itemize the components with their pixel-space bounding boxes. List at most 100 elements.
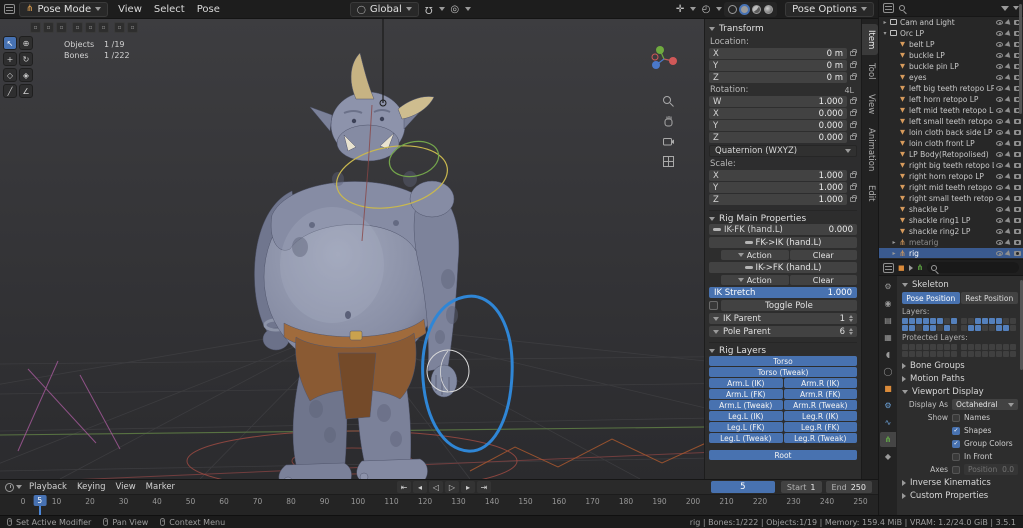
scale-field-y[interactable]: Y 1.000 xyxy=(709,182,847,193)
armature-layer-toggle[interactable] xyxy=(982,318,988,324)
hide-eye-icon[interactable] xyxy=(996,196,1003,201)
armature-layer-toggle[interactable] xyxy=(968,318,974,324)
selectable-icon[interactable] xyxy=(1004,95,1013,104)
protected-layer-toggle[interactable] xyxy=(968,351,974,357)
armature-layer-toggle[interactable] xyxy=(916,325,922,331)
armature-layer-toggle[interactable] xyxy=(916,318,922,324)
outliner-item-right-big-teeth-retopo-lp[interactable]: ▼ right big teeth retopo LP xyxy=(879,160,1023,171)
transform-orientation-dropdown[interactable]: ◯ Global xyxy=(349,1,419,17)
outliner-item-left-mid-teeth-retopo-lp[interactable]: ▼ left mid teeth retopo LP xyxy=(879,105,1023,116)
protected-layer-toggle[interactable] xyxy=(1003,351,1009,357)
render-visibility-icon[interactable] xyxy=(1014,218,1021,223)
action-button[interactable]: Action xyxy=(721,250,789,260)
armature-layer-toggle[interactable] xyxy=(937,325,943,331)
properties-tab-output[interactable]: ▤ xyxy=(880,313,896,328)
tool-measure[interactable]: ∠ xyxy=(19,84,33,98)
outliner-item-metarig[interactable]: ▸ ⋔ metarig xyxy=(879,237,1023,248)
armature-layer-toggle[interactable] xyxy=(930,325,936,331)
tool-rotate[interactable]: ↻ xyxy=(19,52,33,66)
jump-to-start-button[interactable]: ⇤ xyxy=(396,481,411,493)
armature-layer-toggle[interactable] xyxy=(944,325,950,331)
rig-layers-panel-header[interactable]: Rig Layers xyxy=(709,342,857,356)
armature-layer-toggle[interactable] xyxy=(961,325,967,331)
armature-layer-toggle[interactable] xyxy=(902,318,908,324)
armature-layer-toggle[interactable] xyxy=(1010,325,1016,331)
header-toggle-icon[interactable]: ▫ xyxy=(127,22,138,33)
shading-wireframe-icon[interactable] xyxy=(728,4,738,14)
action-button[interactable]: Action xyxy=(721,275,789,285)
custom-properties-panel-header[interactable]: Custom Properties xyxy=(902,489,1018,502)
selectable-icon[interactable] xyxy=(1004,172,1013,181)
selectable-icon[interactable] xyxy=(1004,227,1013,236)
outliner-item-shackle-ring2-lp[interactable]: ▼ shackle ring2 LP xyxy=(879,226,1023,237)
hide-eye-icon[interactable] xyxy=(996,20,1003,25)
tool-scale[interactable]: ◇ xyxy=(3,68,17,82)
in-front-checkbox[interactable] xyxy=(952,452,960,461)
outliner-item-rig[interactable]: ▸ ⋔ rig xyxy=(879,248,1023,258)
rig-layer-torso-tweak[interactable]: Torso (Tweak) xyxy=(709,367,857,377)
selectable-icon[interactable] xyxy=(1004,84,1013,93)
sidebar-tab-edit[interactable]: Edit xyxy=(862,179,878,207)
protected-layer-toggle[interactable] xyxy=(909,351,915,357)
editor-type-icon[interactable] xyxy=(883,3,894,13)
inverse-kinematics-panel-header[interactable]: Inverse Kinematics xyxy=(902,476,1018,489)
armature-layer-toggle[interactable] xyxy=(996,325,1002,331)
render-visibility-icon[interactable] xyxy=(1014,185,1021,190)
properties-tab-render[interactable]: ◉ xyxy=(880,296,896,311)
outliner-item-buckle-lp[interactable]: ▼ buckle LP xyxy=(879,50,1023,61)
rig-layer-arm-l-ik[interactable]: Arm.L (IK) xyxy=(709,378,783,388)
timeline-menu-marker[interactable]: Marker xyxy=(141,482,180,492)
rig-layer-leg-l-tweak[interactable]: Leg.L (Tweak) xyxy=(709,433,783,443)
hide-eye-icon[interactable] xyxy=(996,152,1003,157)
outliner-item-right-small-teeth-retopo-lp[interactable]: ▼ right small teeth retopo LP xyxy=(879,193,1023,204)
protected-layer-toggle[interactable] xyxy=(989,344,995,350)
render-visibility-icon[interactable] xyxy=(1014,207,1021,212)
hide-eye-icon[interactable] xyxy=(996,31,1003,36)
playhead-marker[interactable]: 5 xyxy=(33,495,47,506)
timeline-menu-keying[interactable]: Keying xyxy=(72,482,111,492)
selectable-icon[interactable] xyxy=(1004,51,1013,60)
armature-layer-toggle[interactable] xyxy=(951,318,957,324)
menu-view[interactable]: View xyxy=(112,4,148,15)
outliner-item-cam-and-light[interactable]: ▸ Cam and Light xyxy=(879,17,1023,28)
ik-parent-field[interactable]: IK Parent 1 xyxy=(709,313,857,324)
outliner-item-left-small-teeth-retopo-lp[interactable]: ▼ left small teeth retopo LP xyxy=(879,116,1023,127)
expand-icon[interactable]: ▸ xyxy=(890,239,898,246)
protected-layer-toggle[interactable] xyxy=(1010,351,1016,357)
properties-tab-modifiers[interactable]: ⚙ xyxy=(880,398,896,413)
rig-layer-arm-l-tweak[interactable]: Arm.L (Tweak) xyxy=(709,400,783,410)
hide-eye-icon[interactable] xyxy=(996,64,1003,69)
armature-layer-toggle[interactable] xyxy=(909,318,915,324)
search-icon[interactable] xyxy=(899,5,905,11)
selectable-icon[interactable] xyxy=(1004,128,1013,137)
clear-button[interactable]: Clear xyxy=(789,275,857,285)
render-visibility-icon[interactable] xyxy=(1014,251,1021,256)
rig-layer-arm-l-fk[interactable]: Arm.L (FK) xyxy=(709,389,783,399)
group-colors-checkbox[interactable]: ✓ xyxy=(952,439,960,448)
protected-layer-toggle[interactable] xyxy=(968,344,974,350)
outliner-item-lp-body-retopolised[interactable]: ▼ LP Body(Retopolised) xyxy=(879,149,1023,160)
protected-layer-toggle[interactable] xyxy=(916,351,922,357)
proportional-settings-chevron-icon[interactable] xyxy=(464,7,471,11)
selectable-icon[interactable] xyxy=(1004,150,1013,159)
outliner-item-shackle-ring1-lp[interactable]: ▼ shackle ring1 LP xyxy=(879,215,1023,226)
lock-icon[interactable] xyxy=(850,120,857,128)
rig-layer-leg-l-ik[interactable]: Leg.L (IK) xyxy=(709,411,783,421)
selectable-icon[interactable] xyxy=(1004,249,1013,258)
selectable-icon[interactable] xyxy=(1004,139,1013,148)
protected-layer-toggle[interactable] xyxy=(930,344,936,350)
pose-position-button[interactable]: Pose Position xyxy=(902,292,960,304)
protected-layer-toggle[interactable] xyxy=(916,344,922,350)
rig-main-panel-header[interactable]: Rig Main Properties xyxy=(709,210,857,224)
header-toggle-icon[interactable]: ▫ xyxy=(114,22,125,33)
shading-solid-icon[interactable] xyxy=(739,3,751,15)
armature-layer-toggle[interactable] xyxy=(944,318,950,324)
armature-layer-toggle[interactable] xyxy=(1010,318,1016,324)
lock-icon[interactable] xyxy=(850,60,857,68)
lock-icon[interactable] xyxy=(850,48,857,56)
lock-icon[interactable] xyxy=(850,132,857,140)
armature-layer-toggle[interactable] xyxy=(937,318,943,324)
rig-layer-torso[interactable]: Torso xyxy=(709,356,857,366)
rig-layer-arm-r-ik[interactable]: Arm.R (IK) xyxy=(783,378,857,388)
protected-layer-toggle[interactable] xyxy=(982,344,988,350)
